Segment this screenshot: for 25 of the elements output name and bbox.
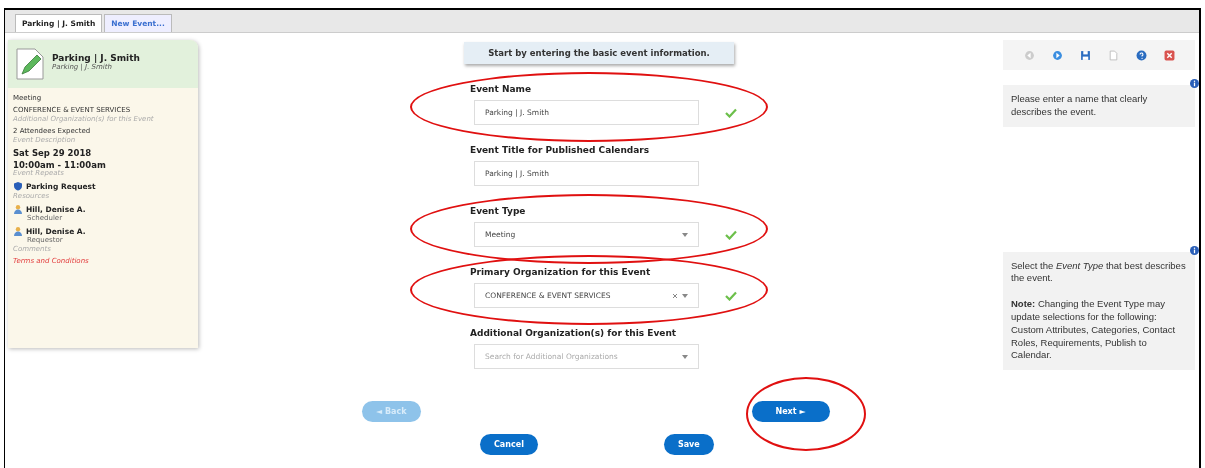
person-icon (13, 204, 23, 214)
document-pencil-icon (16, 48, 44, 80)
help-icon[interactable] (1135, 49, 1147, 61)
close-icon[interactable] (1163, 49, 1175, 61)
field-label: Primary Organization for this Event (470, 267, 652, 277)
event-date: 10:00am - 11:00am (13, 160, 107, 170)
action-button[interactable]: Save (663, 434, 714, 455)
field-label: Additional Organization(s) for this Event (470, 328, 678, 338)
shield-icon (13, 181, 23, 191)
nav-button[interactable]: Next ► (751, 401, 830, 422)
instruction-banner: Start by entering the basic event information. (464, 42, 734, 64)
person-icon (13, 226, 23, 236)
event-title: Parking | J. Smith (52, 53, 140, 63)
clear-icon[interactable] (672, 292, 678, 299)
field-label: Event Name (470, 84, 533, 94)
caret-icon (682, 354, 688, 359)
field-label: Event Type (470, 206, 527, 216)
field-label: Event Title for Published Calendars (470, 145, 651, 155)
action-button[interactable]: Cancel (480, 434, 538, 455)
caret-icon (682, 232, 688, 237)
info-icon[interactable] (1190, 245, 1199, 255)
caret-icon (682, 293, 688, 298)
info-icon[interactable] (1190, 79, 1199, 88)
event-date: Sat Sep 29 2018 (13, 148, 93, 158)
save-icon[interactable] (1079, 49, 1091, 61)
